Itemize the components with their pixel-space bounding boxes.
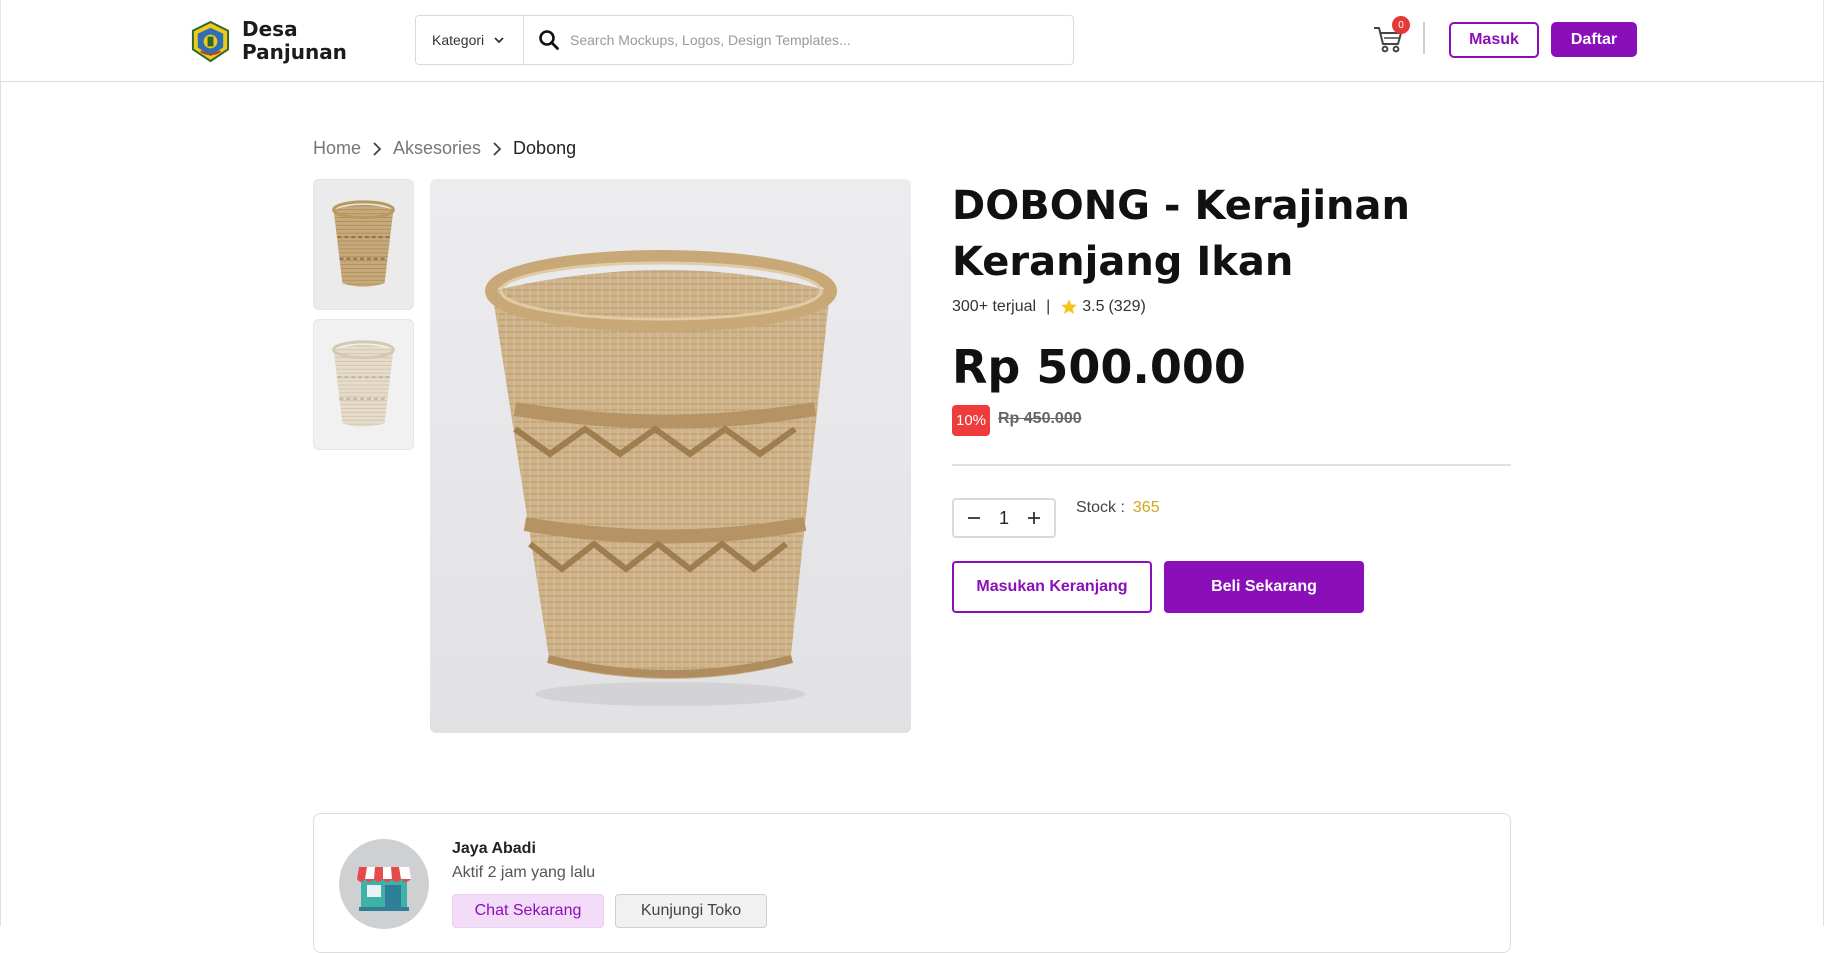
rating-value: 3.5: [1082, 298, 1105, 315]
basket-image: [332, 340, 395, 427]
header-divider: [1423, 22, 1425, 54]
search-icon[interactable]: [538, 29, 560, 51]
increase-button[interactable]: [1024, 508, 1044, 528]
cart-count-badge: 0: [1392, 16, 1410, 34]
brand-logo[interactable]: Desa Panjunan: [189, 18, 347, 64]
brand-name: Desa Panjunan: [242, 18, 347, 64]
buy-now-button[interactable]: Beli Sekarang: [1164, 561, 1364, 613]
minus-icon: [968, 517, 980, 519]
shop-name[interactable]: Jaya Abadi: [452, 840, 536, 858]
stock-value: 365: [1132, 499, 1160, 516]
shop-active-status: Aktif 2 jam yang lalu: [452, 864, 596, 881]
info-divider: [952, 464, 1511, 466]
chevron-right-icon: [493, 141, 502, 156]
chevron-right-icon: [373, 141, 382, 156]
meta-separator: |: [1046, 298, 1051, 315]
basket-image: [485, 250, 837, 706]
review-count: (329): [1108, 298, 1146, 315]
old-price: Rp 450.000: [998, 410, 1082, 427]
product-title: DOBONG - Kerajinan Keranjang Ikan: [952, 183, 1410, 285]
basket-image: [332, 200, 395, 287]
visit-shop-button[interactable]: Kunjungi Toko: [615, 894, 767, 928]
page-frame-left: [0, 82, 1, 926]
chat-now-button[interactable]: Chat Sekarang: [452, 894, 604, 928]
stock-label: Stock :: [1076, 499, 1125, 516]
product-meta: 300+ terjual | 3.5 (329): [952, 298, 1146, 316]
breadcrumb-category[interactable]: Aksesories: [393, 138, 481, 159]
login-button[interactable]: Masuk: [1449, 22, 1539, 58]
breadcrumb-home[interactable]: Home: [313, 138, 361, 159]
search-input[interactable]: [568, 16, 1073, 64]
plus-icon: [1027, 512, 1040, 524]
discount-badge: 10%: [952, 405, 990, 436]
stock-info: Stock : 365: [1076, 499, 1160, 517]
search-bar: Kategori: [415, 15, 1074, 65]
chevron-down-icon: [494, 37, 504, 44]
brand-name-line2: Panjunan: [242, 40, 347, 64]
top-navbar: Desa Panjunan Kategori 0 Masuk Daftar: [0, 0, 1824, 82]
product-thumbnail-2[interactable]: [313, 319, 414, 450]
star-icon: [1061, 299, 1078, 315]
store-icon: [357, 867, 411, 911]
product-main-image[interactable]: [430, 179, 911, 733]
category-dropdown-label: Kategori: [432, 32, 485, 48]
product-thumbnail-1[interactable]: [313, 179, 414, 310]
breadcrumb-current: Dobong: [513, 138, 577, 158]
shop-avatar[interactable]: [339, 839, 429, 929]
category-dropdown[interactable]: Kategori: [416, 16, 524, 64]
register-button[interactable]: Daftar: [1551, 22, 1637, 57]
brand-name-line1: Desa: [242, 17, 298, 41]
regency-crest-icon: [191, 20, 230, 62]
breadcrumb: Home Aksesories Dobong: [313, 138, 576, 159]
quantity-value[interactable]: 1: [999, 508, 1009, 529]
shop-card: Jaya Abadi Aktif 2 jam yang lalu Chat Se…: [313, 813, 1511, 953]
add-to-cart-button[interactable]: Masukan Keranjang: [952, 561, 1152, 613]
quantity-stepper: 1: [952, 498, 1056, 538]
sold-count: 300+ terjual: [952, 298, 1037, 315]
decrease-button[interactable]: [964, 508, 984, 528]
product-price: Rp 500.000: [952, 340, 1246, 394]
